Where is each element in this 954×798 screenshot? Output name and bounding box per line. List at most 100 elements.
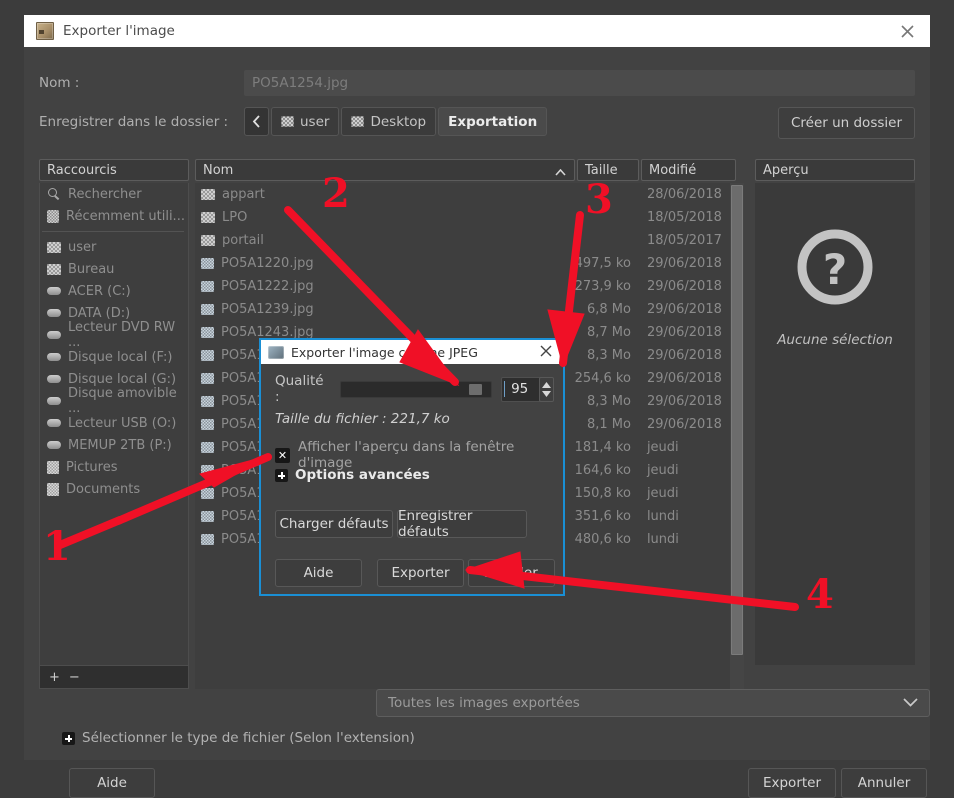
file-name-cell: appart xyxy=(195,187,566,202)
sidebar-item-pictures[interactable]: Pictures xyxy=(40,456,188,478)
file-size-cell: 8,3 Mo xyxy=(566,394,636,409)
jpeg-cancel-button[interactable]: Annuler xyxy=(468,559,555,587)
breadcrumb-label: Exportation xyxy=(448,114,537,130)
file-name-cell: LPO xyxy=(195,210,566,225)
breadcrumb-item-desktop[interactable]: Desktop xyxy=(341,107,436,136)
file-modified-cell: jeudi xyxy=(637,440,730,455)
advanced-options-expander[interactable]: Options avancées xyxy=(275,467,430,483)
window-titlebar: Exporter l'image xyxy=(24,15,930,47)
image-icon xyxy=(201,350,214,361)
sidebar-item-rechercher[interactable]: Rechercher xyxy=(40,183,188,205)
cancel-button[interactable]: Annuler xyxy=(841,768,927,798)
sidebar-item-label: Documents xyxy=(66,482,140,497)
breadcrumb-item-user[interactable]: user xyxy=(271,107,339,136)
sidebar-item-label: Pictures xyxy=(66,460,117,475)
sidebar-item-bureau[interactable]: Bureau xyxy=(40,258,188,280)
remove-shortcut-icon[interactable]: − xyxy=(69,671,80,684)
image-icon xyxy=(201,534,214,545)
sidebar-item-label: Lecteur USB (O:) xyxy=(68,416,176,431)
sidebar-item-disque-local-f[interactable]: Disque local (F:) xyxy=(40,346,188,368)
file-filter-select[interactable]: Toutes les images exportées xyxy=(376,689,930,717)
sidebar-item-label: MEMUP 2TB (P:) xyxy=(68,438,172,453)
file-modified-cell: lundi xyxy=(637,509,730,524)
sidebar-item-label: Disque local (F:) xyxy=(68,350,172,365)
table-row[interactable]: portail18/05/2017 xyxy=(195,229,730,252)
save-defaults-button[interactable]: Enregistrer défauts xyxy=(397,510,527,538)
sidebar-item-dvd-rw[interactable]: Lecteur DVD RW ... xyxy=(40,324,188,346)
file-modified-cell: 28/06/2018 xyxy=(637,187,730,202)
help-button[interactable]: Aide xyxy=(69,768,155,798)
jpeg-help-button[interactable]: Aide xyxy=(275,559,362,587)
expander-plus-icon xyxy=(275,469,288,482)
jpeg-dialog-title: Exporter l'image comme JPEG xyxy=(291,345,478,360)
export-button[interactable]: Exporter xyxy=(748,768,836,798)
sidebar-item-label: Bureau xyxy=(68,262,114,277)
breadcrumb-label: user xyxy=(300,114,329,130)
file-size-cell: 480,6 ko xyxy=(566,532,636,547)
spinner-arrows[interactable] xyxy=(539,377,554,402)
filename-input[interactable] xyxy=(244,70,915,96)
file-name-label: LPO xyxy=(222,210,247,225)
breadcrumb-back-button[interactable] xyxy=(244,107,269,136)
column-header-name[interactable]: Nom xyxy=(195,159,575,181)
file-name-label: PO5A1239.jpg xyxy=(221,302,314,317)
folder-icon xyxy=(201,212,215,223)
file-name-label: portail xyxy=(222,233,264,248)
create-folder-button[interactable]: Créer un dossier xyxy=(778,107,915,139)
sidebar-item-label: user xyxy=(68,240,96,255)
quality-spinner[interactable]: 95 xyxy=(501,377,553,402)
scrollbar-thumb[interactable] xyxy=(731,185,743,655)
pictures-icon xyxy=(47,461,59,474)
load-defaults-button[interactable]: Charger défauts xyxy=(275,510,393,538)
sidebar-item-disque-amovible[interactable]: Disque amovible ... xyxy=(40,390,188,412)
sidebar-item-documents[interactable]: Documents xyxy=(40,478,188,500)
table-row[interactable]: PO5A1220.jpg497,5 ko29/06/2018 xyxy=(195,252,730,275)
sidebar-item-memup-2tb-p[interactable]: MEMUP 2TB (P:) xyxy=(40,434,188,456)
quality-value: 95 xyxy=(504,381,528,397)
file-name-cell: PO5A1220.jpg xyxy=(195,256,566,271)
column-header-modified[interactable]: Modifié xyxy=(641,159,736,181)
select-filetype-expander[interactable]: Sélectionner le type de fichier (Selon l… xyxy=(62,730,415,746)
image-icon xyxy=(201,258,214,269)
sidebar-item-user[interactable]: user xyxy=(40,236,188,258)
table-row[interactable]: LPO18/05/2018 xyxy=(195,206,730,229)
file-size-cell: 497,5 ko xyxy=(566,256,636,271)
quality-slider[interactable] xyxy=(340,381,492,398)
file-modified-cell: 29/06/2018 xyxy=(637,417,730,432)
file-modified-cell: jeudi xyxy=(637,463,730,478)
sidebar-item-recents[interactable]: Récemment utili... xyxy=(40,205,188,227)
folder-label: Enregistrer dans le dossier : xyxy=(39,114,228,130)
close-icon[interactable] xyxy=(884,15,930,47)
filesize-text: Taille du fichier : 221,7 ko xyxy=(275,411,450,427)
checkbox-checked-icon: ✕ xyxy=(275,448,290,463)
drive-icon xyxy=(47,419,61,427)
file-list-scrollbar[interactable] xyxy=(730,183,744,689)
drive-icon xyxy=(47,375,61,383)
file-modified-cell: 29/06/2018 xyxy=(637,279,730,294)
sidebar-item-lecteur-usb-o[interactable]: Lecteur USB (O:) xyxy=(40,412,188,434)
gimp-icon xyxy=(36,22,54,40)
drive-icon xyxy=(47,331,61,339)
sidebar-item-acer-c[interactable]: ACER (C:) xyxy=(40,280,188,302)
file-modified-cell: jeudi xyxy=(637,486,730,501)
quality-row: Qualité : 95 xyxy=(275,376,553,402)
close-icon[interactable] xyxy=(539,344,553,362)
folder-icon xyxy=(281,116,294,127)
table-row[interactable]: PO5A1222.jpg273,9 ko29/06/2018 xyxy=(195,275,730,298)
shortcuts-list[interactable]: Rechercher Récemment utili... user Burea… xyxy=(39,183,189,665)
add-shortcut-icon[interactable]: + xyxy=(49,671,60,684)
image-icon xyxy=(201,465,214,476)
table-row[interactable]: PO5A1239.jpg6,8 Mo29/06/2018 xyxy=(195,298,730,321)
chevron-up-icon xyxy=(542,382,551,388)
shortcuts-pane: Raccourcis Rechercher Récemment utili...… xyxy=(39,159,189,689)
sidebar-item-label: Rechercher xyxy=(68,187,142,202)
column-label: Nom xyxy=(203,163,233,178)
image-icon xyxy=(201,373,214,384)
jpeg-export-button[interactable]: Exporter xyxy=(377,559,464,587)
slider-handle[interactable] xyxy=(469,384,482,395)
table-row[interactable]: appart 28/06/2018 xyxy=(195,183,730,206)
chevron-up-icon xyxy=(555,165,566,180)
breadcrumb-item-exportation[interactable]: Exportation xyxy=(438,107,547,136)
drive-icon xyxy=(47,397,61,405)
column-header-size[interactable]: Taille xyxy=(577,159,639,181)
